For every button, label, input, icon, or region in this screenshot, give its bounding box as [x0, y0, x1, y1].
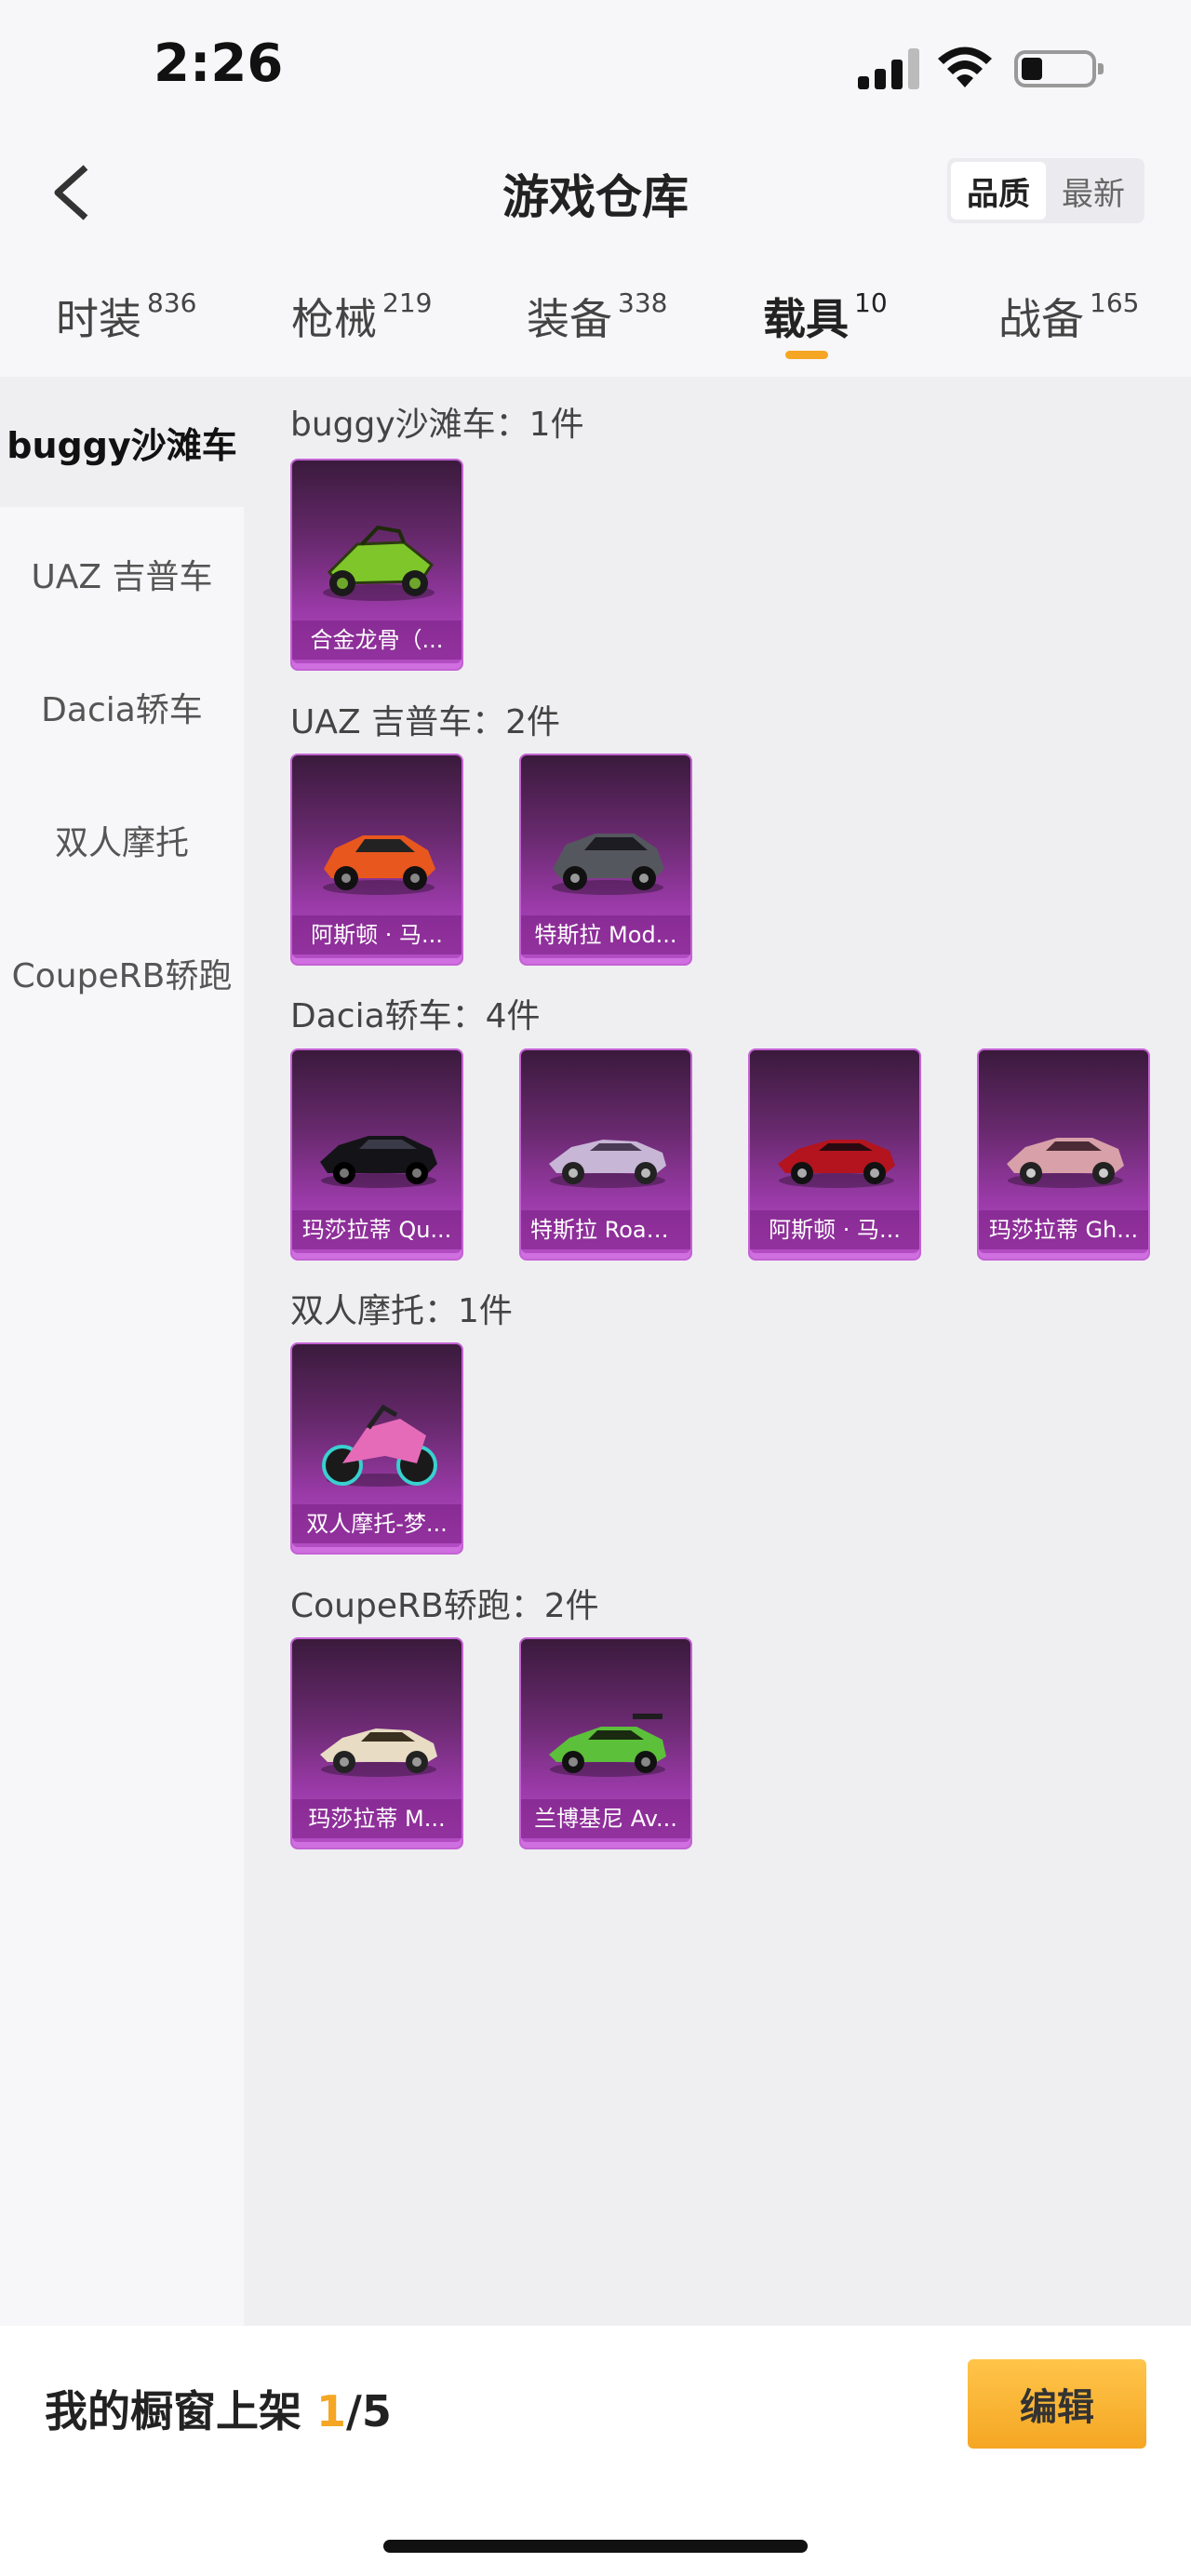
vehicle-name: 玛莎拉蒂 M... — [292, 1799, 462, 1838]
sidebar-item-uaz[interactable]: UAZ 吉普车 — [0, 509, 244, 639]
tab-label: 战备 — [998, 294, 1084, 344]
vehicle-card[interactable]: 合金龙骨（... — [290, 459, 463, 671]
vehicle-name: 阿斯顿 · 马... — [292, 915, 462, 954]
tab-label: 枪械 — [291, 294, 377, 344]
section-title: CoupeRB轿跑：2件 — [290, 1587, 599, 1625]
vehicle-name: 兰博基尼 Av... — [521, 1799, 690, 1838]
section-title: Dacia轿车：4件 — [290, 997, 541, 1035]
sort-toggle: 品质 最新 — [947, 158, 1144, 223]
green-buggy-vehicle-icon — [323, 525, 435, 601]
white-supercar-vehicle-icon — [320, 1728, 437, 1777]
vehicle-card[interactable]: 兰博基尼 Av... — [519, 1637, 692, 1849]
status-time: 2:26 — [154, 33, 284, 94]
orange-suv-vehicle-icon — [323, 835, 435, 895]
gray-suv-vehicle-icon — [552, 834, 664, 895]
showcase-status: 我的橱窗上架 1/5 — [45, 2378, 392, 2439]
section-title: UAZ 吉普车：2件 — [290, 703, 560, 741]
sidebar-item-dacia[interactable]: Dacia轿车 — [0, 642, 244, 772]
vehicle-card[interactable]: 玛莎拉蒂 Qu... — [290, 1048, 463, 1261]
tab-label: 时装 — [56, 294, 141, 344]
vehicle-card[interactable]: 玛莎拉蒂 M... — [290, 1637, 463, 1849]
battery-icon — [1014, 50, 1104, 87]
sort-option-newest[interactable]: 最新 — [1046, 162, 1141, 220]
pink-motorcycle-vehicle-icon — [322, 1404, 437, 1487]
vehicle-card[interactable]: 阿斯顿 · 马... — [290, 754, 463, 966]
section-title: buggy沙滩车：1件 — [290, 406, 584, 444]
tab-battle-supplies[interactable]: 战备 165 — [998, 286, 1139, 347]
tab-guns[interactable]: 枪械 219 — [291, 286, 432, 347]
green-supercar-vehicle-icon — [549, 1714, 666, 1777]
black-sedan-vehicle-icon — [320, 1136, 437, 1188]
vehicle-name: 玛莎拉蒂 Gh... — [979, 1210, 1148, 1249]
bottom-bar: 我的橱窗上架 1/5 编辑 — [0, 2326, 1191, 2576]
silver-roadster-vehicle-icon — [549, 1140, 666, 1188]
tab-count: 219 — [382, 287, 433, 318]
sidebar-item-buggy[interactable]: buggy沙滩车 — [0, 377, 244, 507]
vehicle-card[interactable]: 玛莎拉蒂 Gh... — [977, 1048, 1150, 1261]
vehicle-name: 阿斯顿 · 马... — [750, 1210, 919, 1249]
vehicle-name: 特斯拉 Mod... — [521, 915, 690, 954]
wifi-icon — [938, 47, 992, 87]
edit-button[interactable]: 编辑 — [968, 2359, 1146, 2449]
category-tabs: 时装 836 枪械 219 装备 338 载具 10 战备 165 — [0, 274, 1191, 377]
vehicle-name: 玛莎拉蒂 Qu... — [292, 1210, 462, 1249]
vehicle-card[interactable]: 特斯拉 Road... — [519, 1048, 692, 1261]
tab-fashion[interactable]: 时装 836 — [56, 286, 196, 347]
sort-option-quality[interactable]: 品质 — [951, 162, 1046, 220]
vehicle-list: buggy沙滩车：1件 合金龙骨（... UAZ 吉普车：2件 阿斯顿 · 马.… — [244, 377, 1191, 2326]
tab-count: 836 — [147, 287, 197, 318]
red-coupe-vehicle-icon — [778, 1140, 895, 1188]
vehicle-card[interactable]: 特斯拉 Mod... — [519, 754, 692, 966]
active-tab-indicator — [785, 351, 828, 359]
tab-count: 338 — [618, 287, 668, 318]
content-area: buggy沙滩车 UAZ 吉普车 Dacia轿车 双人摩托 CoupeRB轿跑 … — [0, 377, 1191, 2326]
header: 游戏仓库 品质 最新 — [0, 140, 1191, 242]
vehicle-card[interactable]: 双人摩托-梦... — [290, 1342, 463, 1555]
showcase-total-count: /5 — [346, 2386, 392, 2436]
sidebar-item-motorcycle[interactable]: 双人摩托 — [0, 775, 244, 905]
tab-label: 载具 — [763, 294, 849, 344]
tab-count: 165 — [1090, 287, 1140, 318]
showcase-current-count: 1 — [316, 2386, 347, 2436]
vehicle-name: 特斯拉 Road... — [521, 1210, 690, 1249]
section-title: 双人摩托：1件 — [290, 1292, 513, 1330]
pink-sedan-vehicle-icon — [1007, 1138, 1124, 1188]
vehicle-name: 合金龙骨（... — [292, 621, 462, 660]
tab-equipment[interactable]: 装备 338 — [527, 286, 667, 347]
sidebar: buggy沙滩车 UAZ 吉普车 Dacia轿车 双人摩托 CoupeRB轿跑 — [0, 377, 244, 2326]
vehicle-card[interactable]: 阿斯顿 · 马... — [748, 1048, 921, 1261]
status-bar: 2:26 — [0, 0, 1191, 140]
sidebar-item-couperb[interactable]: CoupeRB轿跑 — [0, 908, 244, 1038]
cellular-signal-icon — [858, 48, 919, 89]
showcase-label: 我的橱窗上架 — [45, 2386, 301, 2436]
tab-label: 装备 — [527, 294, 612, 344]
vehicle-name: 双人摩托-梦... — [292, 1504, 462, 1543]
tab-vehicles[interactable]: 载具 10 — [763, 286, 888, 347]
home-indicator[interactable] — [383, 2540, 808, 2553]
tab-count: 10 — [854, 287, 888, 318]
